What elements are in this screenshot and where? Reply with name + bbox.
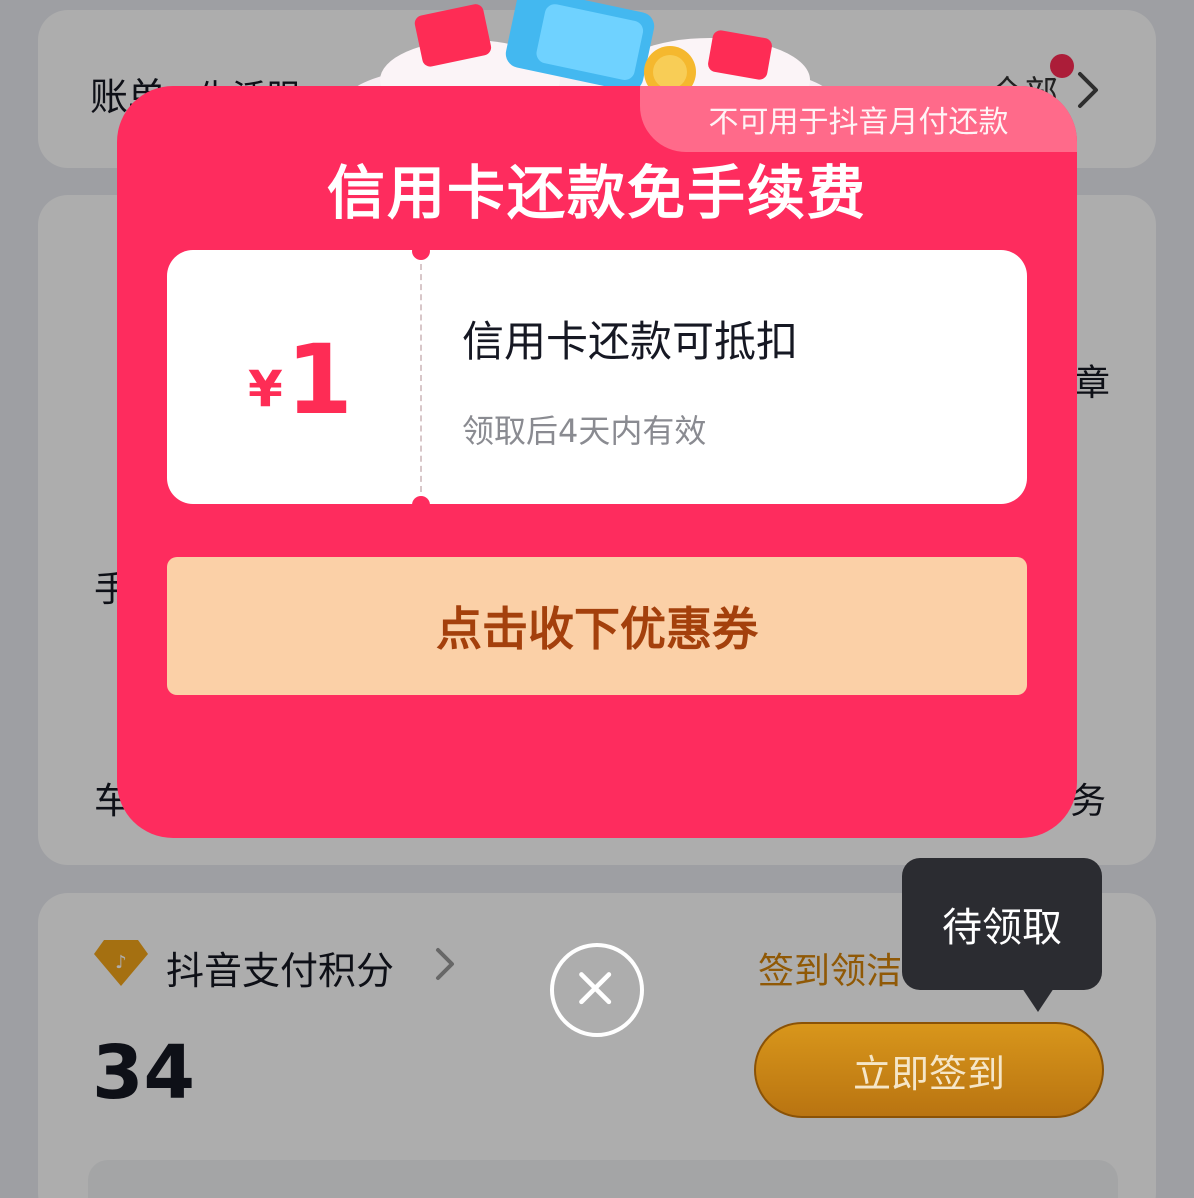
- close-circle-icon[interactable]: [550, 943, 644, 1037]
- coupon-amount: 1: [286, 324, 353, 436]
- popup-title: 信用卡还款免手续费: [326, 159, 867, 227]
- coupon-divider: [420, 264, 422, 492]
- coupon-description: 信用卡还款可抵扣: [462, 317, 799, 366]
- coupon-notch: [412, 242, 430, 260]
- coupon-notch: [412, 496, 430, 514]
- coupon-validity: 领取后4天内有效: [462, 412, 707, 450]
- popup-note-tab: 不可用于抖音月付还款: [640, 86, 1077, 152]
- coupon-currency: ¥: [248, 360, 283, 418]
- claim-coupon-button[interactable]: 点击收下优惠券: [167, 557, 1027, 695]
- sign-in-button[interactable]: 立即签到: [754, 1022, 1104, 1118]
- tooltip-arrow: [1022, 988, 1054, 1012]
- pending-tooltip: 待领取: [902, 858, 1102, 990]
